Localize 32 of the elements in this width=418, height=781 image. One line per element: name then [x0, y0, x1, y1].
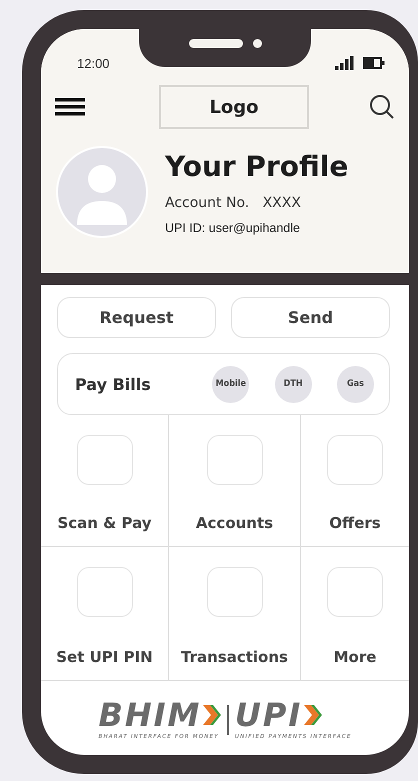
brand-name: BHIM [98, 699, 202, 731]
chevron-icon [203, 703, 222, 727]
menu-icon[interactable] [55, 98, 85, 116]
menu-tile[interactable]: Transactions [169, 547, 301, 681]
menu-tile[interactable]: Scan & Pay [41, 415, 169, 547]
camera-icon [252, 38, 262, 48]
battery-icon [363, 57, 385, 69]
send-button[interactable]: Send [231, 297, 390, 338]
tile-icon [206, 435, 262, 485]
avatar-icon [55, 145, 149, 239]
signal-icon [335, 56, 355, 70]
tile-icon [327, 567, 383, 617]
tile-icon [76, 567, 132, 617]
bill-option[interactable]: DTH [274, 366, 312, 402]
account-number: Account No. XXXX [165, 194, 302, 210]
pay-bills-label: Pay Bills [75, 374, 152, 394]
menu-tile[interactable]: Accounts [169, 415, 301, 547]
speaker-icon [188, 38, 242, 48]
profile-title: Your Profile [165, 150, 348, 182]
bill-option[interactable]: Mobile [212, 366, 250, 402]
logo-text: Logo [209, 96, 259, 118]
tile-icon [206, 567, 262, 617]
search-icon[interactable] [369, 94, 395, 120]
status-time: 12:00 [77, 56, 110, 70]
request-button[interactable]: Request [57, 297, 216, 338]
upi-id: UPI ID: user@upihandle [165, 220, 301, 234]
tile-icon [327, 435, 383, 485]
bill-option[interactable]: Gas [336, 366, 374, 402]
brand-name: UPI [234, 699, 302, 731]
menu-tile[interactable]: Set UPI PIN [41, 547, 169, 681]
chevron-icon [304, 703, 322, 727]
tile-icon [76, 435, 132, 485]
